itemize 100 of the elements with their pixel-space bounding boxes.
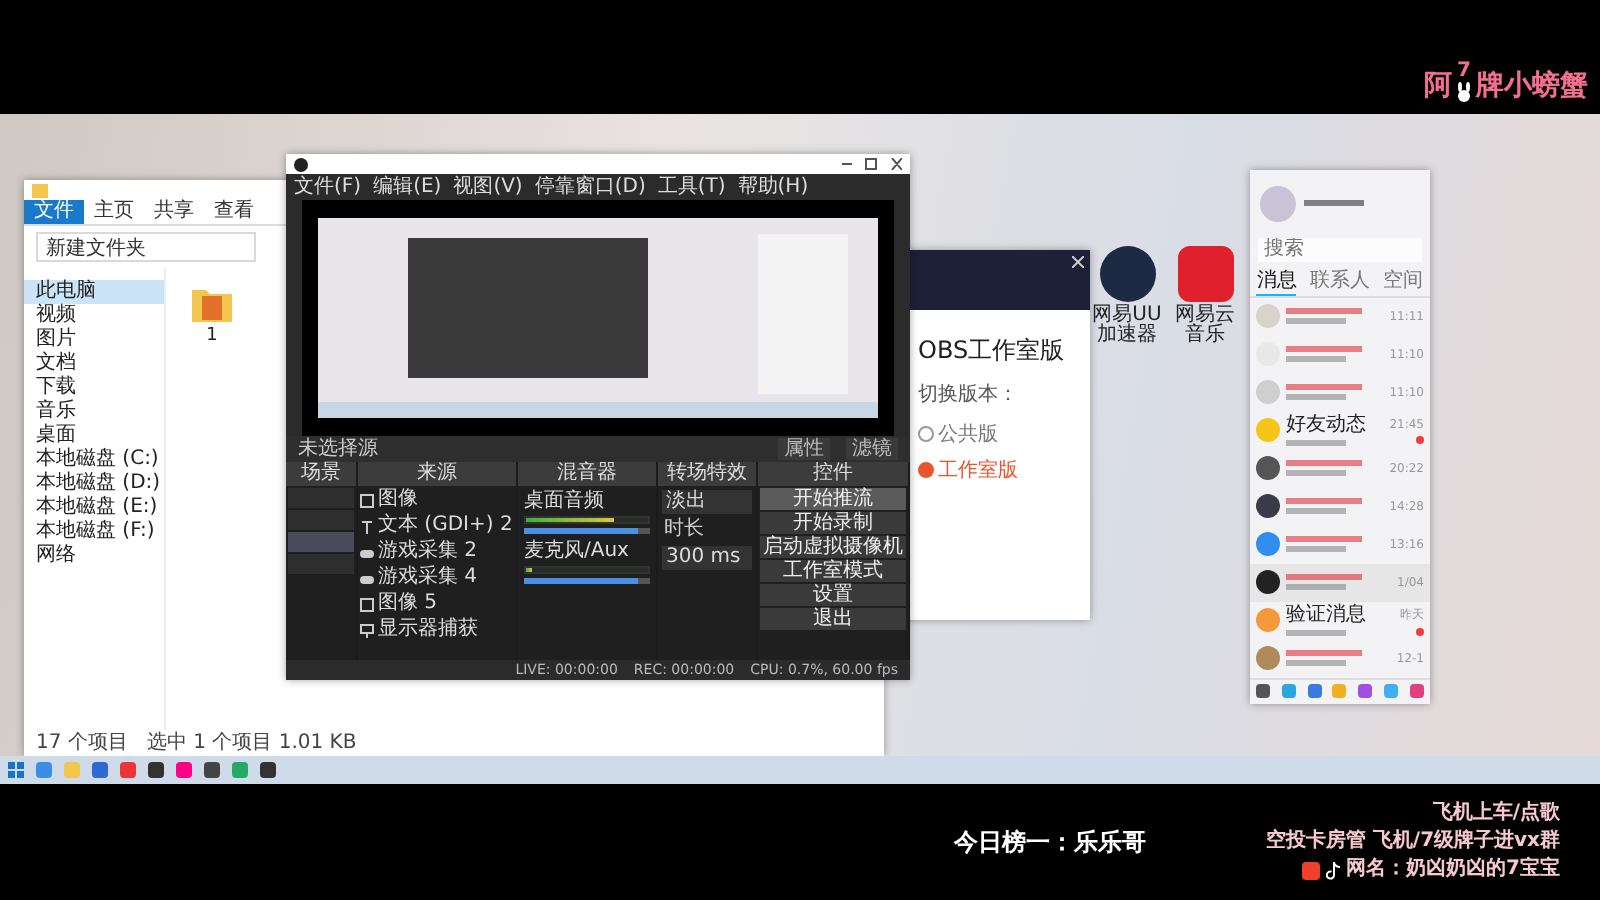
app-icon	[1302, 861, 1321, 879]
menu-item[interactable]: 停靠窗口(D)	[534, 174, 646, 200]
blurred-text	[1286, 439, 1346, 445]
notice-text: 空投卡房管 飞机/7级牌子进vx群	[1265, 830, 1560, 854]
source-label: 未选择源	[298, 436, 378, 461]
blurred-text	[1286, 498, 1362, 504]
blurred-text	[1286, 356, 1346, 362]
toolbar-button[interactable]: 属性	[778, 438, 830, 460]
menu-item[interactable]: 工具(T)	[657, 174, 726, 200]
blurred-text	[1286, 470, 1346, 476]
blurred-text	[1286, 508, 1346, 514]
dock-title: 混音器	[518, 462, 656, 486]
sidebar-item[interactable]: 音乐	[24, 400, 164, 424]
logo-text: 牌小螃蟹	[1476, 70, 1588, 102]
control-button[interactable]: 退出	[760, 608, 906, 630]
source-name[interactable]: 显示器捕获	[378, 618, 478, 642]
blurred-text	[1286, 384, 1362, 390]
notice-text: 飞机上车/点歌	[1432, 802, 1560, 826]
app-icon[interactable]	[1099, 246, 1155, 302]
source-name[interactable]: 游戏采集 4	[378, 566, 478, 590]
blurred-text	[1286, 346, 1362, 352]
radio-option[interactable]: 公共版	[918, 420, 1082, 448]
channel-name: 麦克风/Aux	[524, 540, 631, 562]
music-note-icon	[1326, 861, 1341, 879]
menu-item[interactable]: 编辑(E)	[373, 174, 442, 200]
windows-start-icon[interactable]	[8, 762, 24, 778]
sidebar-item[interactable]: 视频	[24, 304, 164, 328]
menu-item[interactable]: 视图(V)	[453, 174, 523, 200]
radio-option[interactable]: 工作室版	[918, 456, 1082, 484]
source-name[interactable]: 文本 (GDI+) 2	[378, 514, 513, 538]
window-controls-icon[interactable]	[842, 158, 902, 170]
rabbit-icon	[1454, 82, 1474, 102]
control-button[interactable]: 工作室模式	[760, 560, 906, 582]
channel-name: 桌面音频	[524, 490, 606, 512]
address-bar[interactable]: 新建文件夹	[36, 232, 256, 262]
close-icon[interactable]	[1072, 256, 1084, 268]
icon-label: 网易云音乐	[1173, 306, 1237, 346]
blurred-text	[1286, 536, 1362, 542]
transition-select[interactable]: 淡出	[662, 490, 752, 514]
dialog-title: OBS工作室版	[918, 334, 1067, 368]
text-icon	[360, 519, 374, 533]
blurred-text	[1286, 650, 1362, 656]
menu-item[interactable]: 文件(F)	[294, 174, 362, 200]
blurred-text	[1286, 629, 1346, 635]
image-icon	[360, 493, 374, 507]
monitor-icon	[360, 623, 374, 637]
ribbon-tab[interactable]: 文件	[24, 200, 84, 224]
file-name: 1	[206, 326, 218, 346]
sidebar-item[interactable]: 此电脑	[24, 280, 164, 304]
blurred-text	[1286, 546, 1346, 552]
avatar[interactable]	[1260, 185, 1296, 222]
sidebar-item[interactable]: 本地磁盘 (E:)	[24, 496, 164, 520]
toolbar-button[interactable]: 滤镜	[846, 438, 898, 460]
blurred-text	[1286, 318, 1346, 324]
status-text: 17 个项目 选中 1 个项目 1.01 KB	[24, 730, 884, 756]
control-button[interactable]: 设置	[760, 584, 906, 606]
tab[interactable]: 联系人	[1309, 267, 1370, 295]
switch-label: 切换版本：	[918, 381, 1020, 408]
control-button[interactable]: 开始录制	[760, 512, 906, 534]
logo-number: 7	[1457, 62, 1471, 82]
icon-label: 网易UU加速器	[1092, 306, 1162, 346]
blurred-text	[1286, 584, 1346, 590]
top-fan-text: 今日榜一：乐乐哥	[953, 825, 1146, 859]
blurred-text	[1286, 308, 1362, 314]
folder-icon	[32, 183, 48, 197]
blurred-text	[1286, 460, 1362, 466]
control-button[interactable]: 启动虚拟摄像机	[760, 536, 906, 558]
sidebar-item[interactable]: 文档	[24, 352, 164, 376]
dock-title: 来源	[358, 462, 516, 486]
chat-name: 验证消息	[1286, 605, 1368, 625]
sidebar-item[interactable]: 下载	[24, 376, 164, 400]
control-button[interactable]: 开始推流	[760, 488, 906, 510]
tab[interactable]: 空间	[1383, 267, 1424, 295]
source-name[interactable]: 游戏采集 2	[378, 540, 478, 564]
blurred-text	[1286, 394, 1346, 400]
chat-name: 好友动态	[1286, 415, 1368, 435]
sidebar-item[interactable]: 桌面	[24, 424, 164, 448]
logo-text: 阿	[1424, 70, 1452, 102]
blurred-text	[1286, 574, 1362, 580]
tab[interactable]: 消息	[1256, 267, 1297, 295]
ribbon-tab[interactable]: 共享	[144, 200, 204, 224]
sidebar-item[interactable]: 图片	[24, 328, 164, 352]
folder-icon	[190, 284, 234, 324]
dock-title: 控件	[758, 462, 908, 486]
ribbon-tab[interactable]: 查看	[204, 200, 264, 224]
source-name[interactable]: 图像 5	[378, 592, 438, 616]
sidebar-item[interactable]: 本地磁盘 (F:)	[24, 520, 164, 544]
nickname-text: 网名：奶凶奶凶的7宝宝	[1346, 858, 1560, 882]
sidebar-item[interactable]: 本地磁盘 (C:)	[24, 448, 164, 472]
duration-field[interactable]: 300 ms	[662, 546, 752, 570]
blurred-text	[1304, 200, 1364, 207]
dock-title: 场景	[286, 462, 356, 486]
source-name[interactable]: 图像	[378, 488, 418, 512]
ribbon-tab[interactable]: 主页	[84, 200, 144, 224]
sidebar-item[interactable]: 网络	[24, 544, 164, 568]
duration-label: 时长	[662, 518, 706, 542]
sidebar-item[interactable]: 本地磁盘 (D:)	[24, 472, 164, 496]
menu-item[interactable]: 帮助(H)	[737, 174, 809, 200]
blurred-text	[1286, 660, 1346, 666]
search-field[interactable]: 搜索	[1258, 237, 1422, 261]
